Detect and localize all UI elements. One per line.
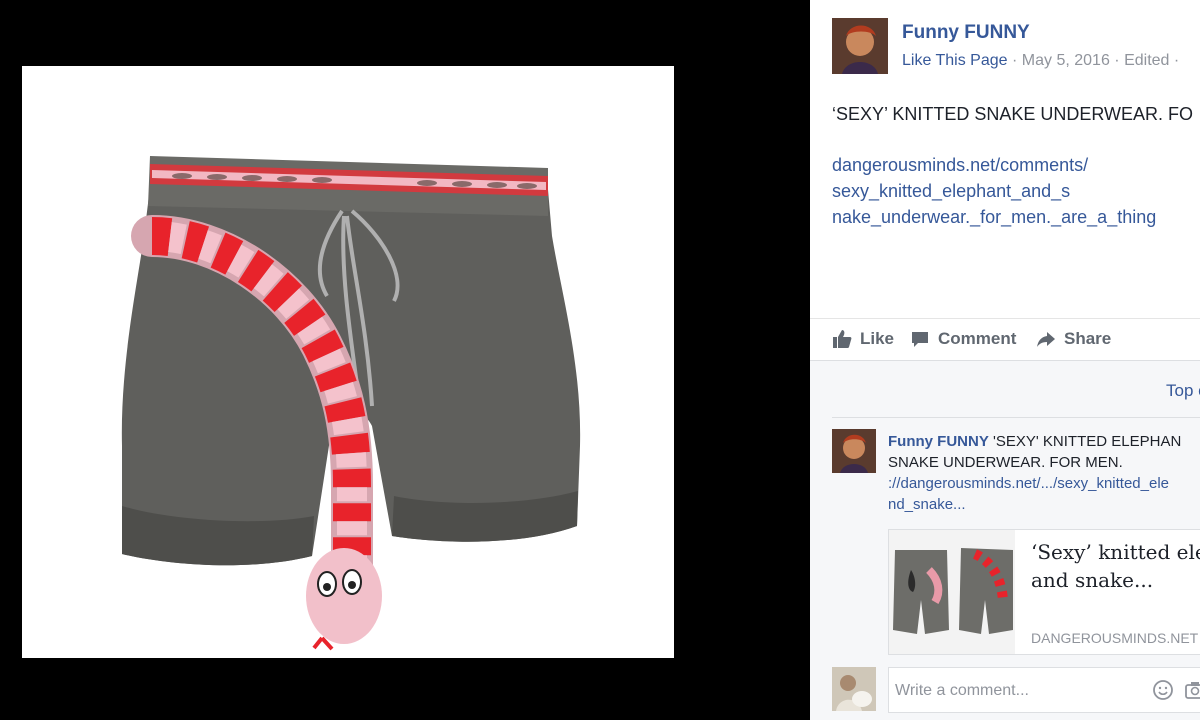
preview-title-line: ‘Sexy’ knitted ele xyxy=(1031,540,1200,564)
comment-link[interactable]: ://dangerousminds.net/.../sexy_knitted_e… xyxy=(888,473,1200,494)
comment-text-line2: SNAKE UNDERWEAR. FOR MEN. xyxy=(888,454,1123,471)
page-avatar[interactable] xyxy=(832,18,888,74)
post-actions: Like Comment Share xyxy=(810,318,1200,360)
post-link[interactable]: dangerousminds.net/comments/ sexy_knitte… xyxy=(832,152,1156,230)
comment-input-icons xyxy=(1152,679,1200,701)
current-user-avatar xyxy=(832,667,876,711)
comment-body: Funny FUNNY 'SEXY' KNITTED ELEPHAN SNAKE… xyxy=(888,431,1200,515)
preview-title[interactable]: ‘Sexy’ knitted ele and snake... xyxy=(1031,538,1200,594)
preview-thumbnail xyxy=(889,530,1015,654)
preview-title-line: and snake... xyxy=(1031,568,1154,592)
share-label: Share xyxy=(1064,329,1112,348)
page-name[interactable]: Funny FUNNY xyxy=(902,22,1030,44)
preview-domain: DANGEROUSMINDS.NET xyxy=(1031,630,1199,646)
write-comment-row: Write a comment... xyxy=(832,667,1200,715)
post-panel: Funny FUNNY Like This Page · May 5, 2016… xyxy=(810,0,1200,720)
post-link-line[interactable]: sexy_knitted_elephant_and_s xyxy=(832,178,1156,204)
knitted-shorts-image xyxy=(121,156,581,651)
meta-separator: · xyxy=(1114,52,1125,69)
divider xyxy=(832,417,1200,418)
comment-link-continued[interactable]: nd_snake... xyxy=(888,494,1200,515)
meta-separator: · xyxy=(1173,52,1180,69)
photo-viewer xyxy=(0,0,810,720)
share-button[interactable]: Share xyxy=(1036,329,1111,349)
comment-button[interactable]: Comment xyxy=(910,329,1016,349)
meta-separator: · xyxy=(1012,52,1022,69)
share-arrow-icon xyxy=(1037,332,1055,347)
like-page-link[interactable]: Like This Page xyxy=(902,52,1008,69)
post-date[interactable]: May 5, 2016 xyxy=(1022,52,1110,69)
camera-icon[interactable] xyxy=(1184,679,1200,701)
thumbs-up-icon xyxy=(833,330,852,348)
post-photo[interactable] xyxy=(22,66,674,658)
post-link-line[interactable]: nake_underwear._for_men._are_a_thing xyxy=(832,204,1156,230)
speech-bubble-icon xyxy=(912,332,928,347)
post-header: Funny FUNNY Like This Page · May 5, 2016… xyxy=(832,18,1200,74)
emoji-icon[interactable] xyxy=(1152,679,1174,701)
comment-author[interactable]: Funny FUNNY xyxy=(888,433,989,450)
like-label: Like xyxy=(860,329,895,348)
post-meta: Like This Page · May 5, 2016 · Edited · xyxy=(902,52,1179,70)
like-button[interactable]: Like xyxy=(832,329,894,349)
comment-text: 'SEXY' KNITTED ELEPHAN xyxy=(993,433,1182,450)
post-link-line[interactable]: dangerousminds.net/comments/ xyxy=(832,152,1156,178)
edited-label[interactable]: Edited xyxy=(1124,52,1169,69)
link-preview-card[interactable]: ‘Sexy’ knitted ele and snake... DANGEROU… xyxy=(888,529,1200,655)
commenter-avatar[interactable] xyxy=(832,429,876,473)
comment-label: Comment xyxy=(938,329,1017,348)
comments-section: Top c Funny FUNNY 'SEXY' KNITTED ELEPHAN… xyxy=(810,360,1200,720)
top-comments-dropdown[interactable]: Top c xyxy=(1166,381,1200,401)
post-text: ‘SEXY’ KNITTED SNAKE UNDERWEAR. FO xyxy=(832,104,1194,124)
